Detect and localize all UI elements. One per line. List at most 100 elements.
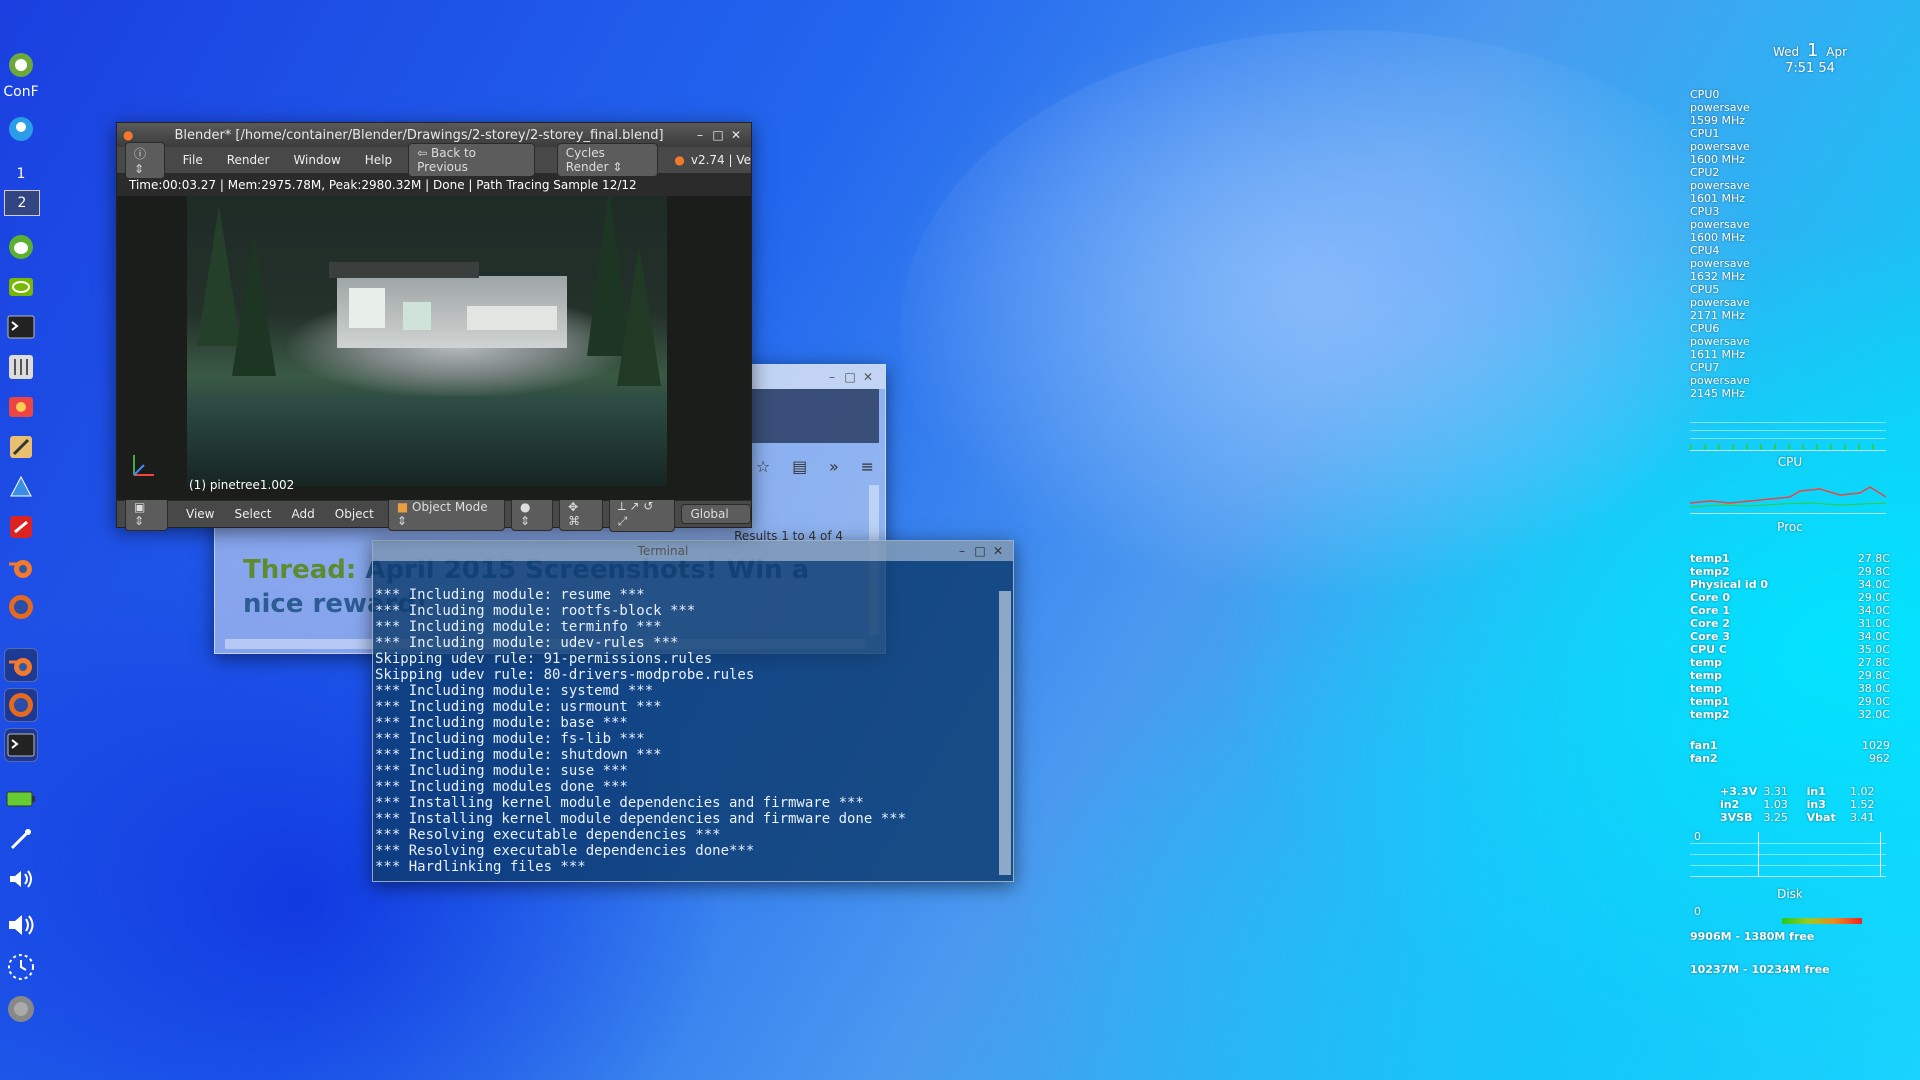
volume-icon[interactable] (4, 862, 38, 896)
network-icon[interactable] (4, 822, 38, 856)
terminal-line: *** Including module: resume *** (375, 587, 645, 603)
cpu-freq: 2145 MHz (1690, 387, 1746, 400)
workspace-2[interactable]: 2 (4, 190, 40, 216)
menu-object[interactable]: Object (325, 507, 384, 521)
temp-value: 31.0C (1857, 617, 1890, 630)
temp-value: 34.0C (1857, 604, 1890, 617)
editor-type-icon[interactable]: ▣ ⇕ (125, 497, 168, 531)
clock-icon[interactable] (4, 950, 38, 984)
battery-icon[interactable] (4, 782, 38, 816)
disk-usage-bar (1782, 918, 1862, 924)
temp-value: 34.0C (1857, 578, 1890, 591)
cpu-name: CPU0 (1690, 88, 1720, 101)
minimize-button[interactable]: – (823, 370, 841, 384)
power-icon[interactable] (4, 992, 38, 1026)
render-engine-select[interactable]: Cycles Render ⇕ (556, 143, 659, 177)
render-status: Time:00:03.27 | Mem:2975.78M, Peak:2980.… (117, 174, 751, 196)
firefox-launcher-icon[interactable] (4, 590, 38, 624)
3d-viewport[interactable]: (1) pinetree1.002 (117, 196, 751, 500)
blender-version-logo-icon: ● (674, 153, 685, 167)
cpu-frequency-list: CPU0 powersave 1599 MHz CPU1 powersave 1600 M… (1690, 88, 1890, 400)
info-editor-icon[interactable]: ⓘ ⇕ (125, 141, 165, 179)
bookmark-star-icon[interactable]: ☆ (756, 457, 770, 476)
temp-value: 29.0C (1857, 695, 1890, 708)
minimize-button[interactable]: – (953, 544, 971, 558)
nvidia-icon[interactable] (4, 270, 38, 304)
viewport-shading-select[interactable]: ● ⇕ (510, 497, 554, 531)
close-button[interactable]: ✕ (989, 544, 1007, 558)
conf-label: ConF (3, 84, 39, 100)
terminal-line: *** Including modules done *** (375, 779, 628, 795)
temp-label: Core 1 (1690, 604, 1730, 617)
opensuse-icon[interactable] (4, 48, 38, 82)
temp-label: temp (1690, 656, 1723, 669)
axis-gizmo-icon (129, 450, 159, 484)
voltage-list: +3.3V 3.31 in1 1.02 in2 1.03 in3 1.52 3VSB 3.25 Vb… (1690, 785, 1890, 824)
wallpaper-jellyfish (900, 30, 1800, 630)
blender-3d-header: ▣ ⇕ View Select Add Object ■ Object Mode… (117, 496, 751, 532)
cpu-name: CPU2 (1690, 166, 1720, 179)
workspace-1[interactable]: 1 (0, 166, 42, 182)
overflow-chevron-icon[interactable]: » (829, 457, 839, 476)
browser-toolbar (745, 389, 879, 443)
terminal-scrollbar[interactable] (999, 591, 1011, 875)
fan-label: fan2 (1690, 752, 1718, 765)
object-mode-select[interactable]: ■ Object Mode ⇕ (387, 497, 505, 531)
hamburger-menu-icon[interactable]: ≡ (861, 457, 874, 476)
temp-label: temp (1690, 669, 1723, 682)
firefox-task-icon[interactable] (4, 688, 38, 722)
terminal-output[interactable]: *** Including module: resume *** *** Incl… (375, 587, 995, 875)
menu-file[interactable]: File (171, 153, 215, 167)
cpu-gov: powersave (1690, 296, 1750, 309)
month: Apr (1826, 45, 1848, 59)
menu-view[interactable]: View (176, 507, 224, 521)
temp-value: 38.0C (1857, 682, 1890, 695)
temp-row: temp2 29.8C (1690, 565, 1890, 578)
terminal-line: Skipping udev rule: 91-permissions.rules (375, 651, 713, 667)
temp-label: Physical id 0 (1690, 578, 1769, 591)
menu-render[interactable]: Render (215, 153, 282, 167)
maximize-button[interactable]: □ (841, 370, 859, 384)
back-to-previous-button[interactable]: ⇦ Back to Previous (408, 143, 535, 177)
maximize-button[interactable]: □ (971, 544, 989, 558)
voltage-value: 1.03 (1763, 798, 1788, 811)
menu-add[interactable]: Add (282, 507, 325, 521)
temp-value: 32.0C (1857, 708, 1890, 721)
wallpaper-jellyfish-core (1200, 120, 1620, 400)
clipboard-icon[interactable]: ▤ (792, 457, 807, 476)
terminal-launcher-icon[interactable] (4, 310, 38, 344)
menu-select[interactable]: Select (224, 507, 281, 521)
temp-row: temp1 29.0C (1690, 695, 1890, 708)
blender-launcher-icon[interactable] (4, 550, 38, 584)
temp-row: temp 27.8C (1690, 656, 1890, 669)
menu-help[interactable]: Help (353, 153, 404, 167)
temp-label: temp (1690, 682, 1723, 695)
blender-task-icon[interactable] (4, 648, 38, 682)
temp-row: Core 0 29.0C (1690, 591, 1890, 604)
temp-label: Core 3 (1690, 630, 1730, 643)
blender-menubar: ⓘ ⇕ File Render Window Help ⇦ Back to Pr… (117, 141, 751, 179)
close-button[interactable]: ✕ (727, 128, 745, 142)
transform-manipulator-icon[interactable]: ⟂ ↗ ↺ ⤢ (608, 496, 676, 532)
disk-graph-zero: 0 (1694, 830, 1701, 843)
temp-value: 29.8C (1857, 669, 1890, 682)
photo-app-icon[interactable] (4, 390, 38, 424)
cpu-name: CPU3 (1690, 205, 1720, 218)
pivot-point-icon[interactable]: ✥ ⌘ (559, 497, 603, 531)
kde-chat-icon[interactable] (4, 112, 38, 146)
terminal-line: *** Including module: rootfs-block *** (375, 603, 696, 619)
maximize-button[interactable]: □ (709, 128, 727, 142)
fan-value: 1029 (1862, 739, 1890, 752)
elephant-app-icon[interactable] (4, 230, 38, 264)
terminal-task-icon[interactable] (4, 728, 38, 762)
mixer-icon[interactable] (4, 350, 38, 384)
minimize-button[interactable]: – (691, 128, 709, 142)
volume-large-icon[interactable] (4, 908, 38, 942)
close-button[interactable]: ✕ (859, 370, 877, 384)
terminal-line: *** Resolving executable dependencies **… (375, 827, 721, 843)
sketchup-icon[interactable] (4, 510, 38, 544)
editor-icon[interactable] (4, 430, 38, 464)
transform-orientation-select[interactable]: Global (681, 504, 751, 524)
menu-window[interactable]: Window (281, 153, 352, 167)
inkscape-icon[interactable] (4, 470, 38, 504)
